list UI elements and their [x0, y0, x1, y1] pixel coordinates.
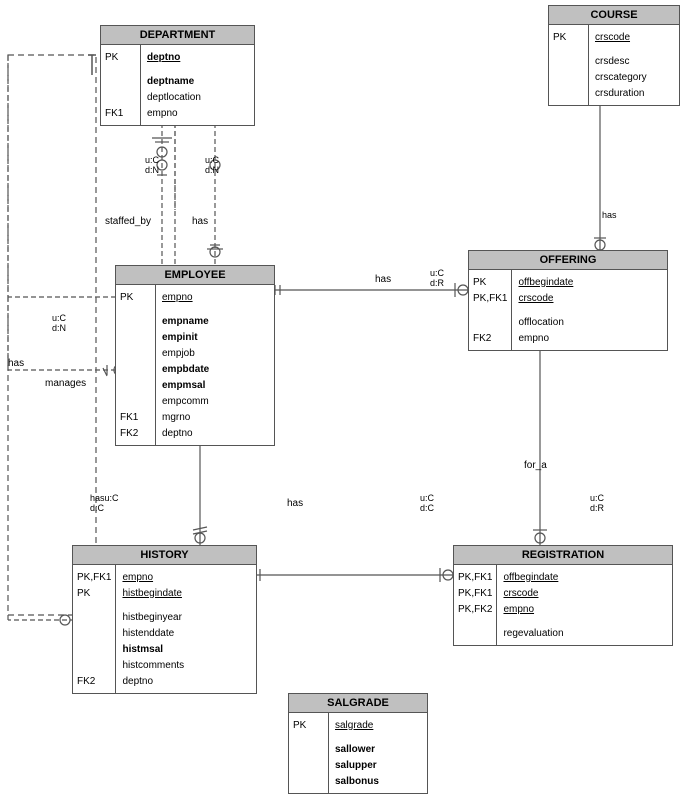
course-pk-label: PK	[553, 32, 566, 43]
reg-field-crscode: crscode	[503, 588, 538, 599]
registration-header: REGISTRATION	[454, 546, 672, 565]
history-pk-label: PK	[77, 588, 90, 599]
salgrade-header: SALGRADE	[289, 694, 427, 713]
history-entity: HISTORY PK,FK1 PK FK2 empno histbegindat…	[72, 545, 257, 694]
for-a-label: for_a	[524, 460, 547, 471]
has-dept-emp-label: has	[192, 216, 208, 227]
history-keys: PK,FK1 PK FK2	[73, 565, 116, 693]
uc-dn-dept-label: u:C d:N	[145, 155, 159, 175]
has-left-label: has	[8, 358, 24, 369]
course-keys: PK	[549, 25, 589, 105]
history-header: HISTORY	[73, 546, 256, 565]
salgrade-field-salupper: salupper	[335, 760, 377, 771]
reg-pkfk1a-label: PK,FK1	[458, 572, 492, 583]
dept-field-deptname: deptname	[147, 76, 194, 87]
dept-field-empno: empno	[147, 108, 178, 119]
offering-field-offlocation: offlocation	[518, 317, 563, 328]
has-course-offering-label: has	[602, 210, 617, 220]
reg-field-empno: empno	[503, 604, 534, 615]
course-field-crsdesc: crsdesc	[595, 56, 629, 67]
emp-field-mgrno: mgrno	[162, 412, 190, 423]
history-fields: empno histbegindate histbeginyear histen…	[116, 565, 190, 693]
history-fk2-label: FK2	[77, 676, 95, 687]
registration-entity: REGISTRATION PK,FK1 PK,FK1 PK,FK2 offbeg…	[453, 545, 673, 646]
salgrade-field-salgrade: salgrade	[335, 720, 373, 731]
history-field-histmsal: histmsal	[122, 644, 163, 655]
offering-field-crscode: crscode	[518, 293, 553, 304]
emp-field-empinit: empinit	[162, 332, 198, 343]
history-field-histenddate: histenddate	[122, 628, 174, 639]
salgrade-entity: SALGRADE PK salgrade sallower salupper s…	[288, 693, 428, 794]
registration-keys: PK,FK1 PK,FK1 PK,FK2	[454, 565, 497, 645]
department-header: DEPARTMENT	[101, 26, 254, 45]
offering-entity: OFFERING PK PK,FK1 FK2 offbegindate crsc…	[468, 250, 668, 351]
course-field-crsduration: crsduration	[595, 88, 644, 99]
emp-fk1-label: FK1	[120, 412, 138, 423]
emp-fk2-label: FK2	[120, 428, 138, 439]
course-field-crscategory: crscategory	[595, 72, 647, 83]
employee-header: EMPLOYEE	[116, 266, 274, 285]
history-field-histbegindate: histbegindate	[122, 588, 182, 599]
emp-pk-label: PK	[120, 292, 133, 303]
employee-fields: empno empname empinit empjob empbdate em…	[156, 285, 215, 445]
er-diagram: DEPARTMENT PK FK1 deptno deptname deptlo…	[0, 0, 690, 803]
manages-label: manages	[45, 378, 86, 389]
offering-fk2-label: FK2	[473, 333, 491, 344]
department-keys: PK FK1	[101, 45, 141, 125]
dept-fk1-label: FK1	[105, 108, 123, 119]
hasu-c-dc-label: hasu:C d:C	[90, 493, 119, 513]
uc-dept-label: u:C d:N	[205, 155, 219, 175]
emp-field-empcomm: empcomm	[162, 396, 209, 407]
dept-field-deptno: deptno	[147, 52, 180, 63]
reg-pkfk1b-label: PK,FK1	[458, 588, 492, 599]
emp-field-empmsal: empmsal	[162, 380, 205, 391]
history-pkfk1-label: PK,FK1	[77, 572, 111, 583]
history-field-histcomments: histcomments	[122, 660, 184, 671]
uc-dr-offering-label: u:C d:R	[430, 268, 444, 288]
department-entity: DEPARTMENT PK FK1 deptno deptname deptlo…	[100, 25, 255, 126]
history-field-deptno: deptno	[122, 676, 153, 687]
salgrade-keys: PK	[289, 713, 329, 793]
registration-fields: offbegindate crscode empno regevaluation	[497, 565, 569, 645]
dept-field-deptlocation: deptlocation	[147, 92, 201, 103]
course-fields: crscode crsdesc crscategory crsduration	[589, 25, 653, 105]
history-field-histbeginyear: histbeginyear	[122, 612, 181, 623]
employee-keys: PK FK1 FK2	[116, 285, 156, 445]
offering-fields: offbegindate crscode offlocation empno	[512, 270, 579, 350]
emp-field-empjob: empjob	[162, 348, 195, 359]
reg-field-regevaluation: regevaluation	[503, 628, 563, 639]
offering-pkfk1-label: PK,FK1	[473, 293, 507, 304]
emp-field-deptno: deptno	[162, 428, 193, 439]
has-emp-offering-label: has	[375, 274, 391, 285]
has-emp-history-label: has	[287, 498, 303, 509]
history-field-empno: empno	[122, 572, 153, 583]
emp-field-empno: empno	[162, 292, 193, 303]
course-header: COURSE	[549, 6, 679, 25]
offering-field-offbegindate: offbegindate	[518, 277, 573, 288]
offering-header: OFFERING	[469, 251, 667, 270]
offering-field-empno: empno	[518, 333, 549, 344]
salgrade-field-sallower: sallower	[335, 744, 375, 755]
offering-pk-label: PK	[473, 277, 486, 288]
staffed-by-label: staffed_by	[105, 216, 151, 227]
offering-keys: PK PK,FK1 FK2	[469, 270, 512, 350]
reg-pkfk2-label: PK,FK2	[458, 604, 492, 615]
salgrade-fields: salgrade sallower salupper salbonus	[329, 713, 385, 793]
employee-entity: EMPLOYEE PK FK1 FK2 empno empname empini…	[115, 265, 275, 446]
dept-pk-label: PK	[105, 52, 118, 63]
emp-field-empbdate: empbdate	[162, 364, 209, 375]
course-entity: COURSE PK crscode crsdesc crscategory cr…	[548, 5, 680, 106]
reg-field-offbegindate: offbegindate	[503, 572, 558, 583]
uc-dc-history-label: u:C d:C	[420, 493, 434, 513]
salgrade-pk-label: PK	[293, 720, 306, 731]
uc-dr-reg-label: u:C d:R	[590, 493, 604, 513]
emp-field-empname: empname	[162, 316, 209, 327]
course-field-crscode: crscode	[595, 32, 630, 43]
salgrade-field-salbonus: salbonus	[335, 776, 379, 787]
uc-dn-left-label: u:C d:N	[52, 313, 66, 333]
department-fields: deptno deptname deptlocation empno	[141, 45, 207, 125]
